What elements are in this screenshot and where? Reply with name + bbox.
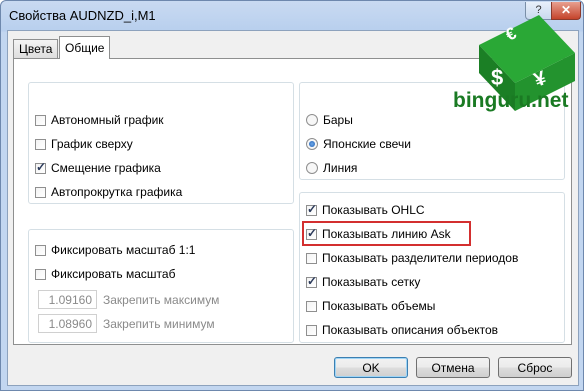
option-autoscroll[interactable]: Автопрокрутка графика	[35, 184, 182, 200]
checkbox-chart-on-top[interactable]	[35, 138, 46, 150]
radio-candles[interactable]	[306, 138, 318, 150]
label-fix-max: Закрепить максимум	[103, 293, 220, 307]
label-autonomous-chart: Автономный график	[51, 113, 164, 127]
label-fix-scale-1-1: Фиксировать масштаб 1:1	[51, 243, 196, 257]
checkbox-show-volumes[interactable]	[306, 300, 317, 312]
checkbox-show-ask-line[interactable]	[306, 226, 317, 240]
cancel-button[interactable]: Отмена	[416, 357, 490, 378]
fix-max-input[interactable]: 1.09160	[38, 290, 97, 309]
option-show-volumes[interactable]: Показывать объемы	[306, 298, 435, 314]
checkbox-fix-scale-1-1[interactable]	[35, 244, 46, 256]
checkbox-show-period-separators[interactable]	[306, 252, 317, 264]
label-show-period-separators: Показывать разделители периодов	[322, 251, 519, 265]
logo-dollar-symbol: $	[491, 65, 503, 90]
checkbox-show-ohlc[interactable]	[306, 202, 317, 216]
option-show-period-separators[interactable]: Показывать разделители периодов	[306, 250, 518, 266]
option-show-ohlc[interactable]: Показывать OHLC	[306, 202, 425, 218]
label-line: Линия	[323, 161, 358, 175]
label-chart-on-top: График сверху	[51, 137, 133, 151]
label-show-ohlc: Показывать OHLC	[322, 203, 425, 217]
option-autonomous-chart[interactable]: Автономный график	[35, 112, 164, 128]
label-show-volumes: Показывать объемы	[322, 299, 436, 313]
checkbox-fix-scale[interactable]	[35, 268, 46, 280]
reset-button[interactable]: Сброс	[498, 357, 572, 378]
ok-button[interactable]: OK	[334, 357, 408, 378]
label-fix-scale: Фиксировать масштаб	[51, 267, 176, 281]
checkbox-autonomous-chart[interactable]	[35, 114, 46, 126]
properties-dialog: Свойства AUDNZD_i,M1 ? ✕ Цвета Общие Авт…	[0, 0, 584, 391]
radio-bars[interactable]	[306, 114, 318, 126]
label-fix-min: Закрепить минимум	[103, 317, 215, 331]
window-title: Свойства AUDNZD_i,M1	[9, 8, 156, 23]
binguru-logo-text: binguru.net	[453, 89, 569, 112]
option-show-ask-line[interactable]: Показывать линию Ask	[306, 226, 451, 242]
label-autoscroll: Автопрокрутка графика	[51, 185, 183, 199]
option-line[interactable]: Линия	[306, 160, 357, 176]
fix-min-input[interactable]: 1.08960	[38, 314, 97, 333]
option-fix-scale-1-1[interactable]: Фиксировать масштаб 1:1	[35, 242, 195, 258]
radio-line[interactable]	[306, 162, 318, 174]
label-chart-shift: Смещение графика	[51, 161, 161, 175]
option-show-object-descriptions[interactable]: Показывать описания объектов	[306, 322, 498, 338]
tab-colors[interactable]: Цвета	[13, 39, 59, 58]
option-chart-on-top[interactable]: График сверху	[35, 136, 133, 152]
option-chart-shift[interactable]: Смещение графика	[35, 160, 161, 176]
checkbox-show-grid[interactable]	[306, 274, 317, 288]
label-show-object-descriptions: Показывать описания объектов	[322, 323, 499, 337]
label-candles: Японские свечи	[323, 137, 411, 151]
option-fix-scale[interactable]: Фиксировать масштаб	[35, 266, 175, 282]
checkbox-chart-shift[interactable]	[35, 160, 46, 174]
label-bars: Бары	[323, 113, 353, 127]
checkbox-autoscroll[interactable]	[35, 186, 46, 198]
checkbox-show-object-descriptions[interactable]	[306, 324, 317, 336]
option-bars[interactable]: Бары	[306, 112, 353, 128]
option-candles[interactable]: Японские свечи	[306, 136, 411, 152]
tab-general[interactable]: Общие	[59, 36, 111, 59]
label-show-ask-line: Показывать линию Ask	[322, 227, 451, 241]
label-show-grid: Показывать сетку	[322, 275, 421, 289]
option-show-grid[interactable]: Показывать сетку	[306, 274, 420, 290]
